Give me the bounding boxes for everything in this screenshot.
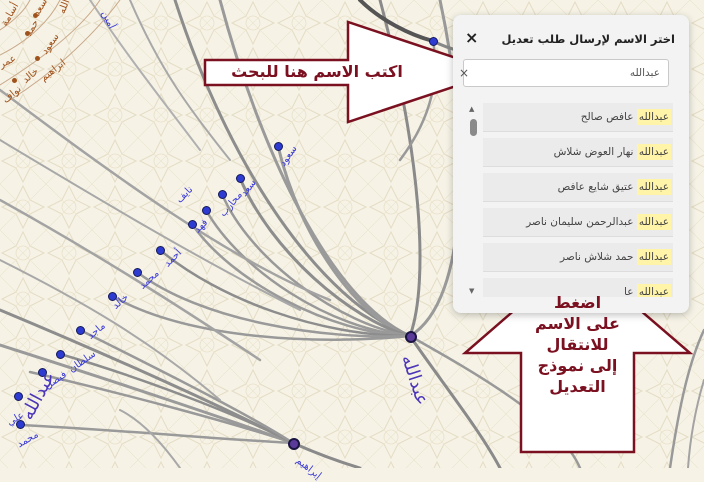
results-scrollbar[interactable]: ▲ ▼ bbox=[469, 105, 477, 295]
clear-search-icon[interactable]: × bbox=[459, 66, 469, 80]
scroll-up-icon[interactable]: ▲ bbox=[469, 105, 474, 113]
search-panel: اختر الاسم لإرسال طلب تعديل × × ▲ ▼ عبدا… bbox=[453, 15, 689, 313]
tree-node-dot[interactable] bbox=[274, 142, 283, 151]
result-item[interactable]: عبدالله عبدالرحمن سليمان ناصر bbox=[483, 208, 673, 237]
tree-node-dot[interactable] bbox=[14, 392, 23, 401]
result-rest: حمد شلاش ناصر bbox=[560, 251, 637, 263]
result-rest: عافص صالح bbox=[580, 111, 637, 123]
click-hint-line: التعديل bbox=[549, 377, 606, 396]
tree-node-dot[interactable] bbox=[202, 206, 211, 215]
tree-node-dot[interactable] bbox=[56, 350, 65, 359]
result-rest: عبدالرحمن سليمان ناصر bbox=[526, 216, 637, 228]
result-match: عبدالله bbox=[636, 179, 671, 195]
tree-node-dot[interactable] bbox=[236, 174, 245, 183]
result-match: عبدالله bbox=[636, 249, 671, 265]
result-match: عبدالله bbox=[636, 144, 671, 160]
search-input[interactable] bbox=[463, 59, 669, 87]
click-hint-line: إلى نموذج bbox=[537, 356, 618, 375]
tree-node-dot[interactable] bbox=[218, 190, 227, 199]
click-hint-text: اضغط على الاسم للانتقال إلى نموذج التعدي… bbox=[521, 292, 634, 397]
result-match: عبدالله bbox=[636, 284, 671, 297]
tree-node-main-dot[interactable] bbox=[405, 331, 417, 343]
close-button[interactable]: × bbox=[465, 28, 478, 47]
result-rest: عتيق شايع عافص bbox=[557, 181, 637, 193]
scroll-down-icon[interactable]: ▼ bbox=[469, 287, 474, 295]
scroll-thumb[interactable] bbox=[470, 119, 477, 136]
click-hint-line: للانتقال bbox=[546, 335, 609, 354]
panel-title: اختر الاسم لإرسال طلب تعديل bbox=[501, 32, 675, 46]
result-item[interactable]: عبدالله عافص صالح bbox=[483, 103, 673, 132]
result-match: عبدالله bbox=[636, 214, 671, 230]
tree-node-main-dot[interactable] bbox=[288, 438, 300, 450]
tree-node-dot[interactable] bbox=[156, 246, 165, 255]
result-item[interactable]: عبدالله نهار العوض شلاش bbox=[483, 138, 673, 167]
tree-node-dot[interactable] bbox=[429, 37, 438, 46]
result-rest: نهار العوض شلاش bbox=[553, 146, 637, 158]
search-hint-text: اكتب الاسم هنا للبحث bbox=[231, 62, 403, 81]
tree-node-dot[interactable] bbox=[76, 326, 85, 335]
tree-node-dot[interactable] bbox=[12, 78, 17, 83]
result-match: عبدالله bbox=[636, 109, 671, 125]
click-hint-line: اضغط bbox=[553, 293, 602, 312]
results-list: عبدالله عافص صالح عبدالله نهار العوض شلا… bbox=[483, 103, 673, 297]
click-hint-line: على الاسم bbox=[535, 314, 620, 333]
result-item[interactable]: عبدالله عتيق شايع عافص bbox=[483, 173, 673, 202]
result-item[interactable]: عبدالله حمد شلاش ناصر bbox=[483, 243, 673, 272]
tree-node-dot[interactable] bbox=[133, 268, 142, 277]
tree-node-dot[interactable] bbox=[35, 56, 40, 61]
